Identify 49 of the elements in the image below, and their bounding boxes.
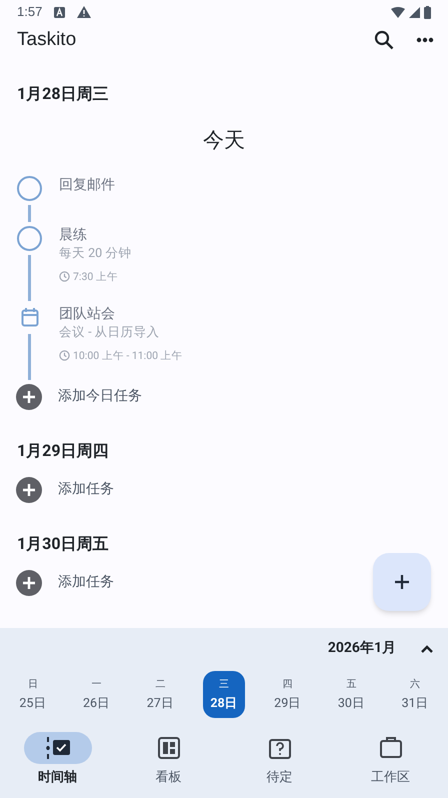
add-task-button[interactable]: 添加任务 [16, 476, 114, 502]
clock-icon [59, 271, 70, 282]
notification-icon [54, 6, 66, 18]
timeline-check-icon [44, 737, 70, 759]
status-time: 1:57 [17, 3, 42, 22]
add-task-button[interactable]: 添加任务 [16, 570, 114, 596]
date-heading: 1月28日周三 [17, 84, 110, 104]
nav-tab[interactable]: 看板 [113, 732, 224, 788]
clock-icon [59, 350, 70, 362]
nav-tab[interactable]: 待定 [224, 732, 335, 788]
task-subtitle: 每天 20 分钟 [59, 245, 132, 263]
question-box-icon [268, 737, 290, 759]
signal-icon [409, 6, 420, 18]
warning-icon [77, 6, 92, 18]
search-button[interactable] [374, 30, 394, 50]
app-title: Taskito [17, 28, 76, 52]
today-label: 今天 [203, 128, 245, 155]
nav-tab[interactable]: 时间轴 [2, 732, 113, 788]
day-cell[interactable]: 日 25日 [12, 671, 54, 718]
nav-tab[interactable]: 工作区 [335, 732, 446, 788]
workspace-icon [380, 737, 402, 759]
day-cell[interactable]: 六 31日 [394, 671, 436, 718]
add-icon [16, 570, 42, 596]
task-title[interactable]: 晨练 [59, 225, 132, 245]
calendar-icon [20, 307, 38, 328]
plus-icon [393, 573, 411, 591]
task-subtitle: 会议 - 从日历导入 [59, 324, 161, 342]
task-checkbox[interactable] [17, 226, 42, 251]
task-time: 7:30 上午 [73, 269, 118, 285]
date-heading: 1月29日周四 [17, 440, 110, 460]
date-heading: 1月30日周五 [17, 534, 110, 554]
task-checkbox[interactable] [17, 176, 42, 201]
collapse-button[interactable] [420, 644, 434, 654]
add-icon [16, 476, 42, 502]
day-cell[interactable]: 一 26日 [76, 671, 118, 718]
day-cell[interactable]: 三 28日 [202, 671, 245, 718]
wifi-icon [391, 6, 405, 18]
battery-icon [424, 6, 431, 18]
board-icon [158, 737, 180, 759]
add-task-button[interactable]: 添加今日任务 [16, 384, 142, 410]
day-cell[interactable]: 四 29日 [266, 671, 309, 718]
task-title[interactable]: 团队站会 [59, 304, 183, 324]
month-label: 2026年1月 [328, 639, 396, 658]
add-icon [16, 384, 42, 410]
task-time: 10:00 上午 - 11:00 上午 [73, 348, 183, 364]
task-title[interactable]: 回复邮件 [59, 175, 115, 195]
more-button[interactable] [416, 37, 434, 43]
day-cell[interactable]: 二 27日 [139, 671, 182, 718]
day-cell[interactable]: 五 30日 [330, 671, 372, 718]
